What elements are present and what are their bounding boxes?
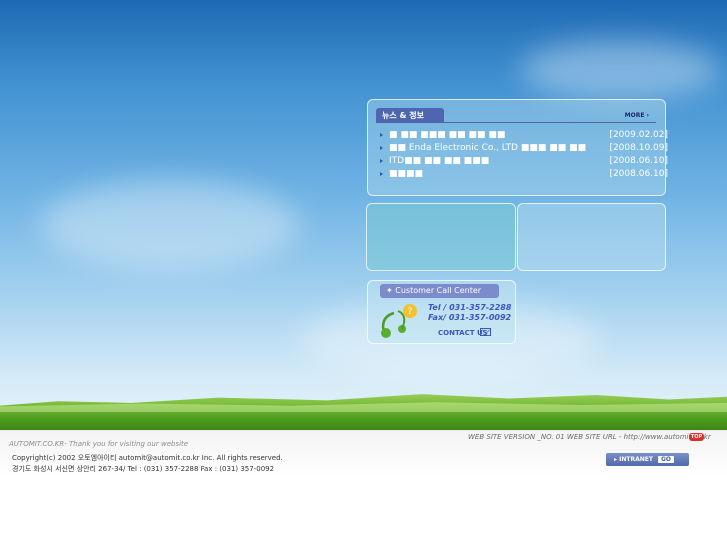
footer-copyright: Copyright(c) 2002 오토엠아이티 automit@automit…	[12, 453, 283, 475]
news-item[interactable]: ITD■■ ■■ ■■ ■■■ [2008.06.10]	[380, 155, 668, 168]
news-title[interactable]: ITD■■ ■■ ■■ ■■■	[389, 156, 489, 166]
go-label: GO	[657, 456, 674, 463]
bullet-icon	[380, 145, 383, 150]
top-button[interactable]: TOP	[689, 433, 704, 441]
fax-number: Fax/ 031-357-0092	[428, 313, 512, 322]
call-center-title: ✦ Customer Call Center	[380, 284, 499, 298]
intranet-label: ▸ INTRANET	[614, 456, 653, 463]
content-box-left	[366, 203, 516, 271]
mail-icon[interactable]	[480, 328, 491, 336]
footer-thanks: AUTOMIT.CO.KR- Thank you for visiting ou…	[9, 440, 189, 448]
news-panel: 뉴스 & 정보 MORE › ■ ■■ ■■■ ■■ ■■ ■■ [2009.0…	[367, 99, 668, 196]
footer-version: WEB SITE VERSION _NO. 01 WEB SITE URL - …	[468, 433, 711, 441]
svg-text:?: ?	[408, 307, 413, 317]
bullet-icon	[380, 158, 383, 163]
news-title[interactable]: ■■■■	[389, 169, 423, 179]
address-line: 경기도 화성시 서신면 상안리 267-34/ Tel : (031) 357-…	[12, 465, 275, 473]
bullet-icon	[380, 132, 383, 137]
intranet-button[interactable]: ▸ INTRANET GO	[606, 453, 689, 466]
news-title[interactable]: ■■ Enda Electronic Co., LTD ■■■ ■■ ■■	[389, 143, 586, 153]
news-item[interactable]: ■ ■■ ■■■ ■■ ■■ ■■ [2009.02.02]	[380, 129, 668, 142]
news-title[interactable]: ■ ■■ ■■■ ■■ ■■ ■■	[389, 130, 505, 140]
news-date: [2008.10.09]	[609, 143, 668, 153]
cloud	[520, 40, 720, 100]
headset-icon: ?	[381, 304, 417, 338]
bullet-icon	[380, 171, 383, 176]
call-center-phones: Tel / 031-357-2288 Fax/ 031-357-0092	[428, 303, 511, 323]
news-item[interactable]: ■■ Enda Electronic Co., LTD ■■■ ■■ ■■ [2…	[380, 142, 668, 155]
news-tab[interactable]: 뉴스 & 정보	[376, 108, 444, 123]
copyright-line: Copyright(c) 2002 오토엠아이티 automit@automit…	[12, 454, 283, 462]
call-center-panel: ✦ Customer Call Center ? Tel / 031-357-2…	[367, 280, 516, 344]
content-box-right	[517, 203, 666, 271]
news-item[interactable]: ■■■■ [2008.06.10]	[380, 168, 668, 181]
news-date: [2009.02.02]	[609, 130, 668, 140]
cloud	[40, 180, 300, 270]
news-more-link[interactable]: MORE ›	[625, 112, 649, 119]
news-date: [2008.06.10]	[609, 156, 668, 166]
tel-number: Tel / 031-357-2288	[428, 303, 512, 312]
news-date: [2008.06.10]	[609, 169, 668, 179]
news-divider	[376, 122, 656, 123]
